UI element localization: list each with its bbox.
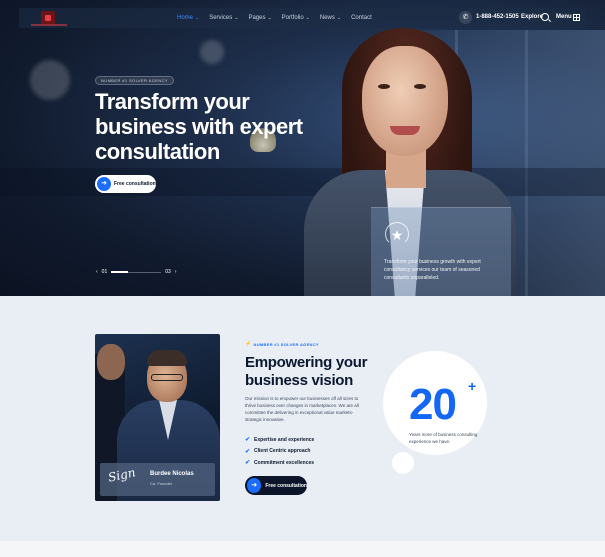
list-item: ✔ Commitment excellences [245, 459, 315, 467]
feature-list: ✔ Expertise and experience ✔ Client Centri… [245, 434, 314, 469]
section-tag-text: NUMBER #1 SOLVER AGENCY [253, 341, 319, 347]
hero-title: Transform your business with expert cons… [95, 89, 303, 164]
free-consultation-button-secondary[interactable]: ➜ Free consultation [245, 476, 307, 495]
chevron-down-icon: ⌄ [234, 15, 239, 21]
free-consultation-button[interactable]: ➜ Free consultation [95, 175, 156, 193]
section-tag: ⚡ NUMBER #1 SOLVER AGENCY [245, 341, 319, 347]
nav-item-contact[interactable]: Contact [351, 15, 372, 21]
check-icon: ✔ [245, 460, 251, 467]
background-light [200, 40, 224, 64]
brand-logo-text [31, 24, 67, 26]
search-icon[interactable] [541, 13, 549, 21]
arrow-right-icon: ➜ [247, 478, 262, 493]
cta-label: Free consultation [265, 482, 307, 489]
chevron-down-icon: ⌄ [336, 15, 342, 21]
chevron-down-icon: ⌄ [305, 15, 310, 21]
nav-item-portfolio[interactable]: Portfolio ⌄ [282, 15, 310, 21]
bolt-icon: ⚡ [245, 341, 252, 347]
hero-card-text: Transform your business growth with expe… [384, 259, 481, 281]
explore-link[interactable]: Explore [521, 14, 543, 20]
grid-icon[interactable] [573, 14, 580, 21]
menu-toggle-label[interactable]: Menu [556, 14, 572, 20]
arrow-right-icon: ➜ [97, 177, 111, 191]
background-light [30, 60, 70, 100]
hero-info-card: ★ Transform your business growth with ex… [371, 207, 511, 296]
nav-item-news[interactable]: News ⌄ [320, 15, 341, 21]
phone-icon[interactable]: ✆ [459, 11, 472, 24]
brand-logo[interactable] [41, 11, 55, 25]
check-icon: ✔ [245, 437, 251, 444]
section-description: Our mission is to empower our businesses… [245, 396, 359, 422]
chevron-down-icon: ⌄ [267, 15, 272, 21]
award-icon: ★ [385, 222, 409, 246]
next-section-strip [0, 541, 605, 557]
slider-pagination: ‹ 01 03 › [96, 269, 176, 275]
phone-number[interactable]: 1-888-452-1505 [476, 14, 519, 20]
nav-item-home[interactable]: Home ⌄ [177, 15, 199, 21]
stat-description: Years more of business consulting experi… [409, 432, 478, 444]
stat-plus: + [468, 378, 477, 394]
founder-card: Sign Burdee Nicolas Ca. Founder [100, 463, 215, 496]
list-item: ✔ Client Centric approach [245, 448, 311, 455]
slider-progress-track [111, 271, 162, 273]
nav-item-services[interactable]: Services ⌄ [209, 15, 238, 21]
chevron-down-icon: ⌄ [195, 15, 200, 21]
top-navbar: Home ⌄ Services ⌄ Pages ⌄ Portfolio ⌄ News ⌄ … [19, 8, 586, 28]
founder-role: Ca. Founder [150, 481, 173, 486]
cta-label: Free consultation [114, 181, 156, 187]
hero-section: Home ⌄ Services ⌄ Pages ⌄ Portfolio ⌄ News ⌄ … [0, 0, 605, 296]
slider-progress-fill [111, 271, 128, 273]
main-menu: Home ⌄ Services ⌄ Pages ⌄ Portfolio ⌄ News ⌄ … [177, 8, 372, 28]
nav-item-pages[interactable]: Pages ⌄ [248, 15, 271, 21]
section-title: Empowering your business vision [245, 354, 368, 389]
signature: Sign [106, 465, 137, 485]
stat-number: 20 [409, 380, 457, 429]
next-slide-icon[interactable]: › [175, 269, 177, 275]
prev-slide-icon[interactable]: ‹ [96, 269, 98, 275]
slide-current: 01 [101, 269, 108, 275]
slide-total: 03 [165, 269, 171, 275]
list-item: ✔ Expertise and experience [245, 436, 315, 444]
hero-badge: NUMBER #1 SOLVER AGENCY [95, 76, 174, 85]
founder-name: Burdee Nicolas [150, 471, 194, 477]
stat-bubble-tail [392, 452, 414, 474]
check-icon: ✔ [245, 448, 251, 455]
